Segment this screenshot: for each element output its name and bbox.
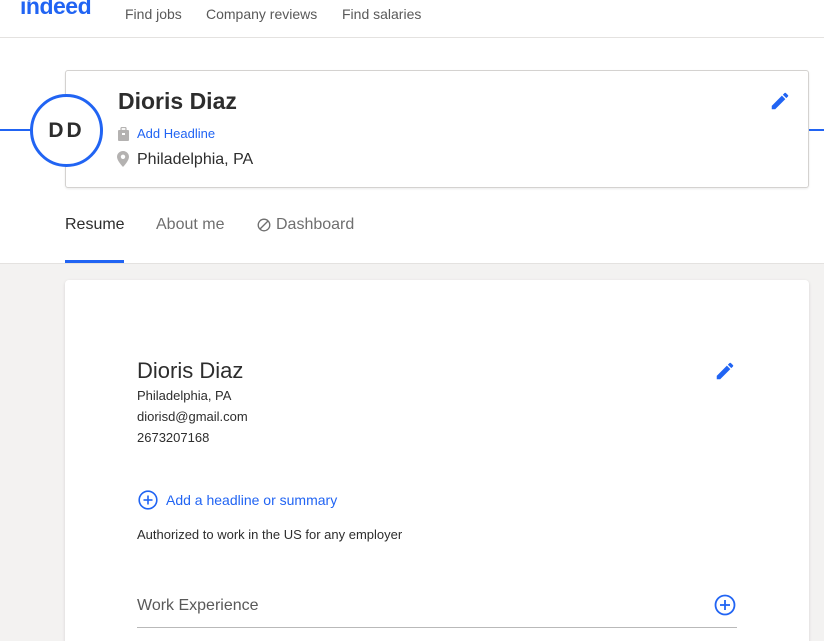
avatar: DD [30,94,103,167]
add-headline-link[interactable]: Add Headline [137,126,215,141]
work-experience-heading: Work Experience [137,597,259,614]
resume-location: Philadelphia, PA [137,388,232,403]
nav-link-find-salaries[interactable]: Find salaries [342,6,421,22]
section-divider [137,627,737,628]
resume-name: Dioris Diaz [137,358,244,383]
edit-profile-pencil-icon[interactable] [769,90,791,112]
resume-email: diorisd@gmail.com [137,409,248,424]
resume-phone: 2673207168 [137,430,210,445]
profile-name: Dioris Diaz [118,88,237,114]
edit-resume-pencil-icon[interactable] [714,360,736,382]
nav-link-find-jobs[interactable]: Find jobs [125,6,182,22]
prohibited-icon [257,218,271,232]
tab-resume[interactable]: Resume [65,216,125,234]
resume-card [65,280,809,641]
add-work-experience-icon[interactable] [714,594,736,616]
location-pin-icon [117,151,129,167]
avatar-initials: DD [48,118,85,142]
tab-dashboard[interactable]: Dashboard [276,216,354,234]
profile-accent-line-left [0,129,32,131]
profile-accent-line-right [809,129,824,131]
add-circle-icon[interactable] [138,490,158,510]
tab-about-me[interactable]: About me [156,216,224,234]
work-authorization-text: Authorized to work in the US for any emp… [137,527,403,542]
indeed-logo[interactable]: indeed [20,0,92,20]
briefcase-icon [118,127,129,141]
profile-location: Philadelphia, PA [137,151,254,168]
add-headline-summary-link[interactable]: Add a headline or summary [166,492,337,508]
nav-link-company-reviews[interactable]: Company reviews [206,6,317,22]
top-navigation: indeed Find jobs Company reviews Find sa… [0,0,824,38]
